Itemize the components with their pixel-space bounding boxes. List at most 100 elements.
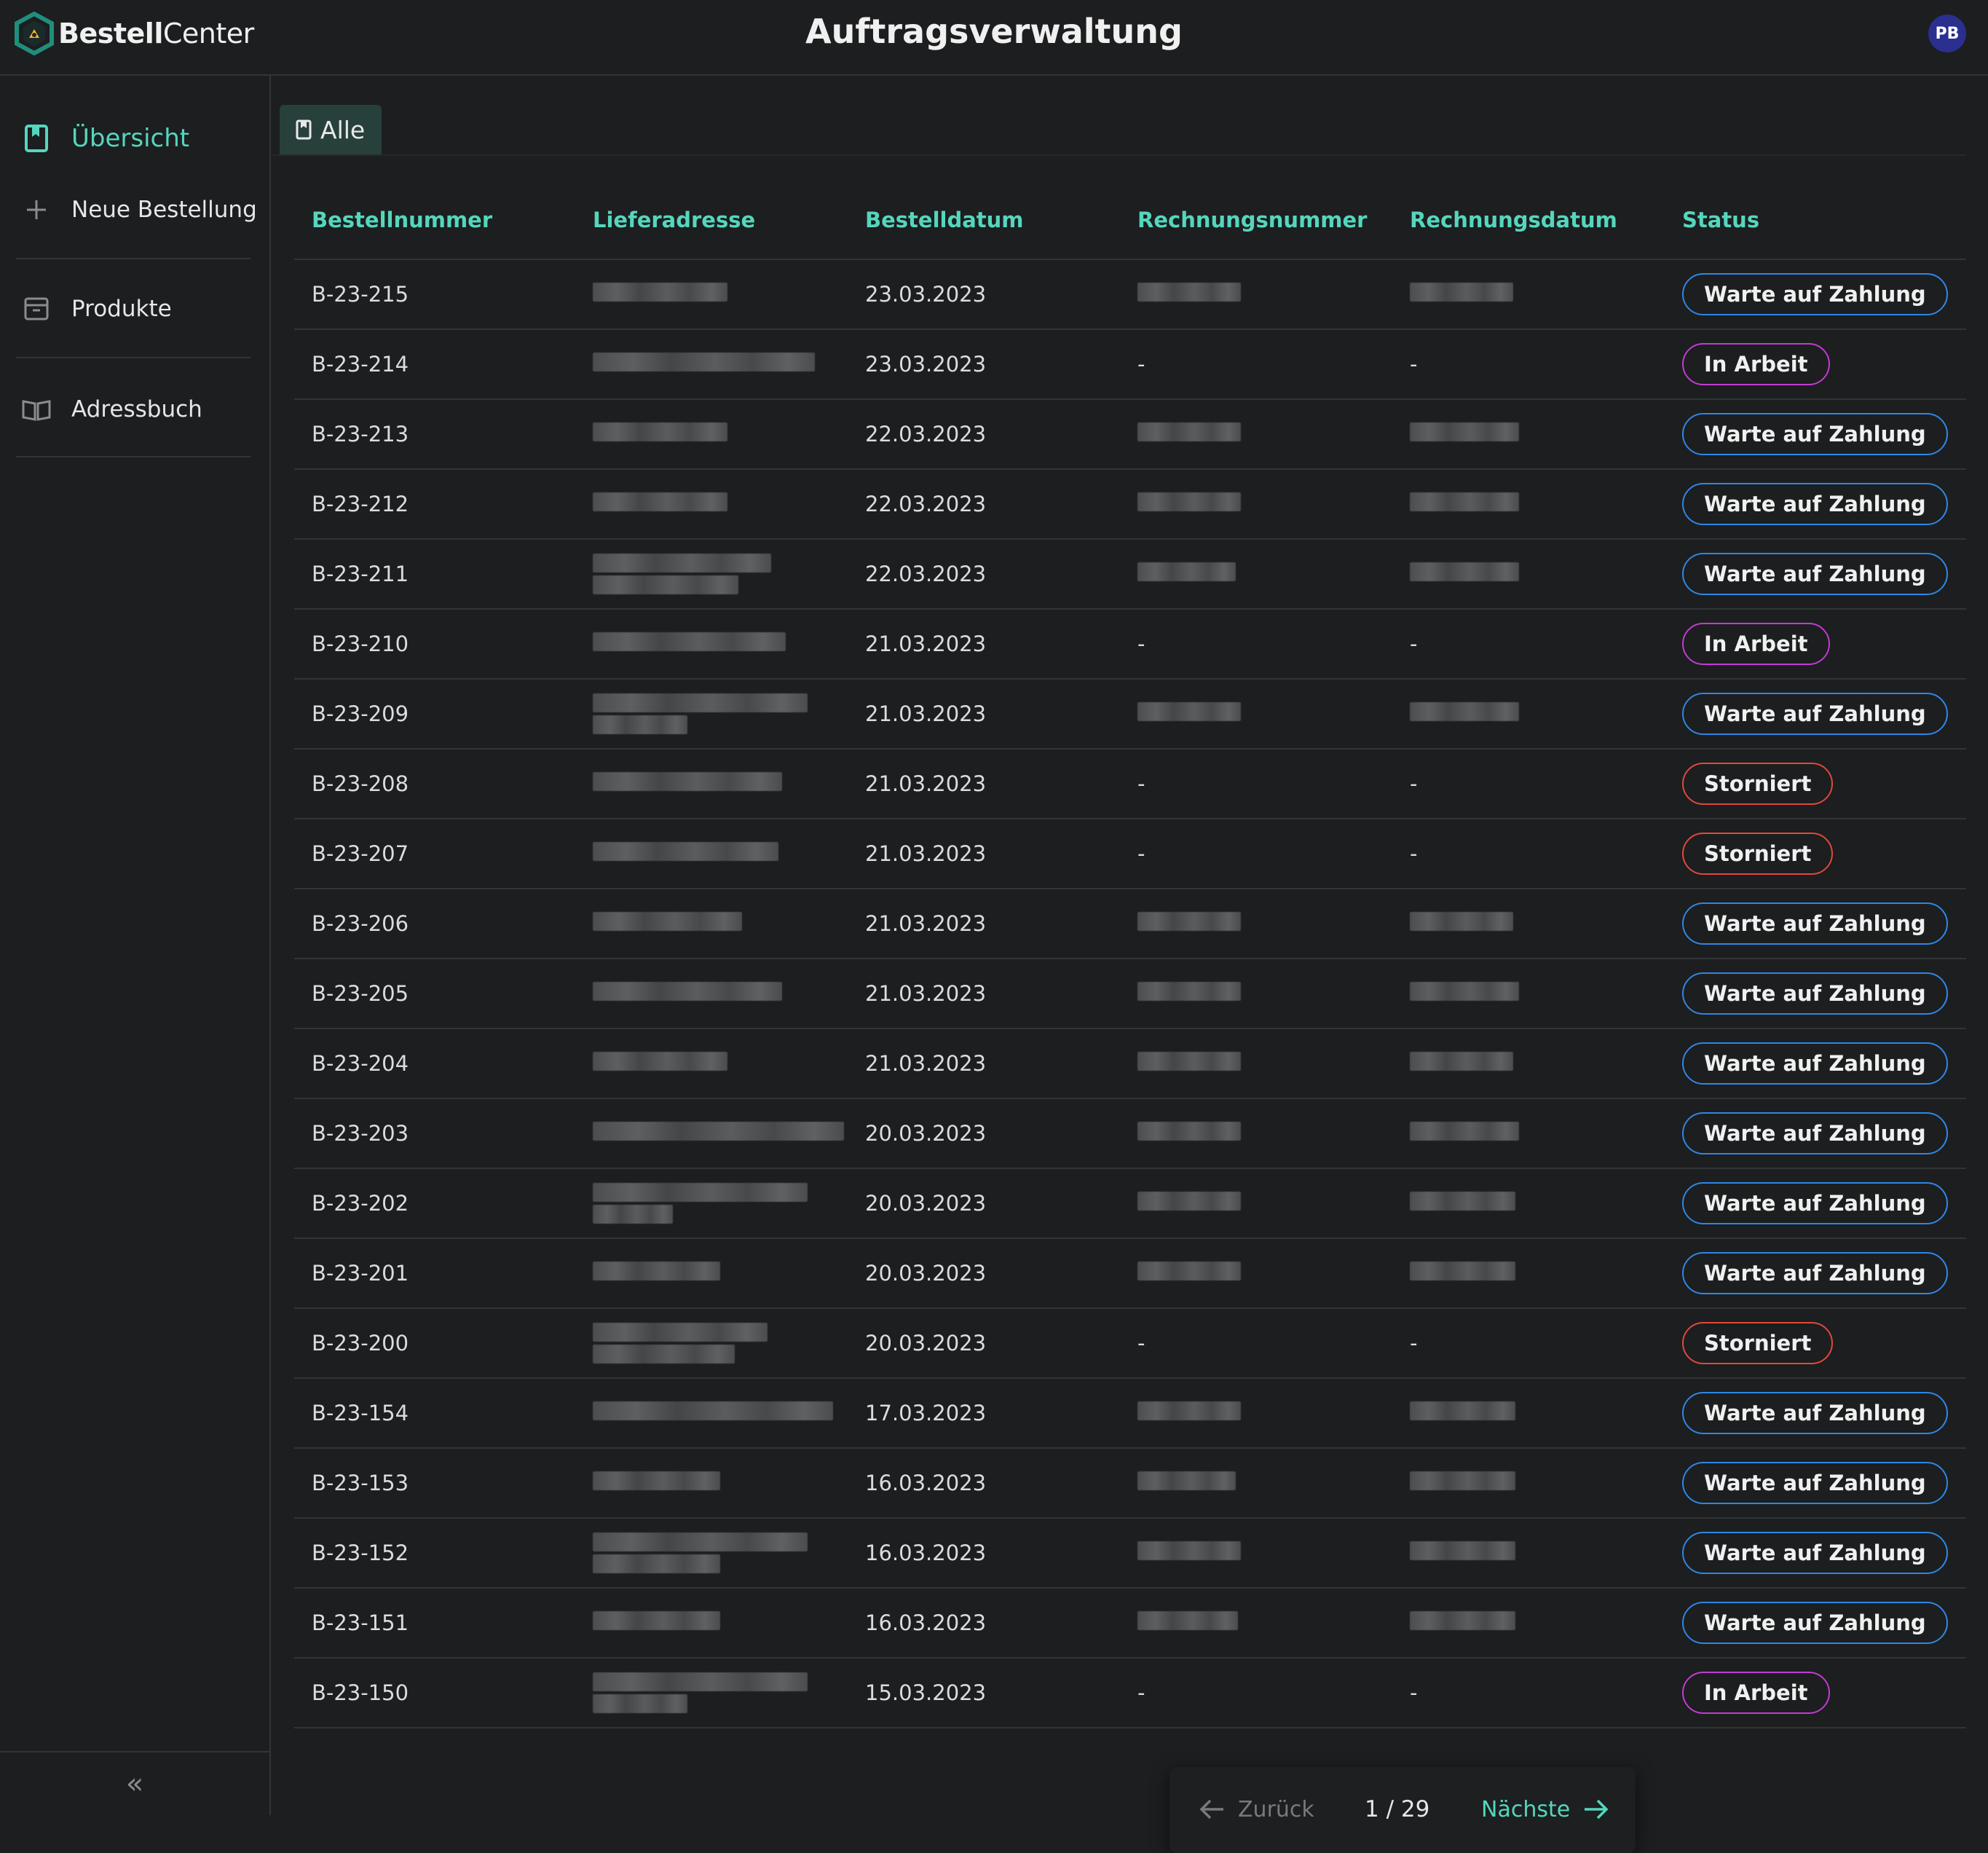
cell-text: - bbox=[1410, 1331, 1418, 1356]
user-avatar[interactable]: PB bbox=[1928, 15, 1966, 52]
cell-status: Warte auf Zahlung bbox=[1665, 1098, 1966, 1169]
column-header-status[interactable]: Status bbox=[1665, 181, 1966, 260]
cell-status: Warte auf Zahlung bbox=[1665, 1588, 1966, 1659]
status-badge: Storniert bbox=[1682, 763, 1834, 805]
tab-alle[interactable]: Alle bbox=[280, 105, 382, 154]
table-row[interactable]: B-23-214 23.03.2023 - - In Arbeit bbox=[294, 329, 1966, 400]
cell-bestelldatum: 20.03.2023 bbox=[848, 1098, 1120, 1169]
sidebar-item-uebersicht[interactable]: Übersicht bbox=[0, 109, 269, 168]
table-row[interactable]: B-23-209 21.03.2023 Warte auf Zahlung bbox=[294, 679, 1966, 750]
cell-bestelldatum: 21.03.2023 bbox=[848, 1028, 1120, 1099]
cell-rechnungsdatum: - bbox=[1392, 329, 1665, 400]
cell-rechnungsnummer: - bbox=[1120, 749, 1392, 819]
cell-bestellnummer: B-23-213 bbox=[294, 399, 575, 470]
cell-bestellnummer: B-23-209 bbox=[294, 679, 575, 750]
cell-rechnungsnummer: - bbox=[1120, 329, 1392, 400]
redacted-text bbox=[1137, 1611, 1238, 1630]
table-row[interactable]: B-23-152 16.03.2023 Warte auf Zahlung bbox=[294, 1518, 1966, 1589]
redacted-text bbox=[1410, 982, 1519, 1001]
next-page-label: Nächste bbox=[1481, 1796, 1571, 1822]
column-header-bestellnummer[interactable]: Bestellnummer bbox=[294, 181, 575, 260]
table-row[interactable]: B-23-208 21.03.2023 - - Storniert bbox=[294, 749, 1966, 819]
cell-text: - bbox=[1137, 771, 1145, 796]
cell-text: 23.03.2023 bbox=[865, 352, 987, 377]
tab-bar: Alle bbox=[272, 105, 1966, 156]
top-header: BestellCenter Auftragsverwaltung PB bbox=[0, 0, 1988, 76]
bookmark-icon bbox=[296, 119, 312, 140]
cell-text: B-23-206 bbox=[312, 911, 409, 936]
cell-rechnungsnummer: - bbox=[1120, 819, 1392, 889]
status-badge: Warte auf Zahlung bbox=[1682, 693, 1948, 735]
table-row[interactable]: B-23-207 21.03.2023 - - Storniert bbox=[294, 819, 1966, 889]
table-row[interactable]: B-23-150 15.03.2023 - - In Arbeit bbox=[294, 1658, 1966, 1728]
redacted-text bbox=[593, 554, 771, 573]
table-row[interactable]: B-23-205 21.03.2023 Warte auf Zahlung bbox=[294, 959, 1966, 1029]
table-row[interactable]: B-23-213 22.03.2023 Warte auf Zahlung bbox=[294, 399, 1966, 470]
table-row[interactable]: B-23-151 16.03.2023 Warte auf Zahlung bbox=[294, 1588, 1966, 1659]
table-row[interactable]: B-23-202 20.03.2023 Warte auf Zahlung bbox=[294, 1168, 1966, 1239]
table-row[interactable]: B-23-154 17.03.2023 Warte auf Zahlung bbox=[294, 1378, 1966, 1449]
status-badge: Warte auf Zahlung bbox=[1682, 1392, 1948, 1434]
cell-text: 22.03.2023 bbox=[865, 562, 987, 586]
status-badge: Warte auf Zahlung bbox=[1682, 483, 1948, 525]
table-row[interactable]: B-23-201 20.03.2023 Warte auf Zahlung bbox=[294, 1238, 1966, 1309]
column-header-bestelldatum[interactable]: Bestelldatum bbox=[848, 181, 1120, 260]
table-row[interactable]: B-23-204 21.03.2023 Warte auf Zahlung bbox=[294, 1028, 1966, 1099]
redacted-text bbox=[1410, 1262, 1515, 1280]
column-header-rechnungsdatum[interactable]: Rechnungsdatum bbox=[1392, 181, 1665, 260]
table-row[interactable]: B-23-206 21.03.2023 Warte auf Zahlung bbox=[294, 889, 1966, 959]
redacted-text bbox=[593, 693, 808, 712]
cell-text: 16.03.2023 bbox=[865, 1610, 987, 1635]
status-badge: In Arbeit bbox=[1682, 623, 1830, 665]
previous-page-button[interactable]: Zurück bbox=[1199, 1789, 1314, 1830]
redacted-text bbox=[1137, 1262, 1241, 1280]
table-row[interactable]: B-23-215 23.03.2023 Warte auf Zahlung bbox=[294, 259, 1966, 330]
cell-rechnungsdatum bbox=[1392, 1238, 1665, 1309]
status-badge: Warte auf Zahlung bbox=[1682, 1252, 1948, 1294]
cell-bestellnummer: B-23-204 bbox=[294, 1028, 575, 1099]
redacted-text bbox=[593, 1205, 673, 1224]
cell-text: 20.03.2023 bbox=[865, 1191, 987, 1216]
sidebar-item-label: Neue Bestellung bbox=[71, 197, 257, 223]
sidebar-item-produkte[interactable]: Produkte bbox=[0, 280, 269, 338]
cell-rechnungsnummer bbox=[1120, 1098, 1392, 1169]
tab-label: Alle bbox=[320, 115, 366, 144]
cell-lieferadresse bbox=[575, 1448, 848, 1519]
cell-rechnungsnummer: - bbox=[1120, 609, 1392, 680]
cell-text: B-23-212 bbox=[312, 492, 409, 516]
page-indicator: 1 / 29 bbox=[1365, 1796, 1430, 1822]
cell-bestellnummer: B-23-215 bbox=[294, 259, 575, 330]
cell-bestellnummer: B-23-208 bbox=[294, 749, 575, 819]
table-row[interactable]: B-23-212 22.03.2023 Warte auf Zahlung bbox=[294, 469, 1966, 540]
collapse-sidebar-button[interactable]: « bbox=[0, 1751, 269, 1815]
sidebar: Übersicht Neue Bestellung Produkte Adres… bbox=[0, 76, 271, 1815]
cell-rechnungsnummer: - bbox=[1120, 1658, 1392, 1728]
status-badge: Warte auf Zahlung bbox=[1682, 972, 1948, 1015]
cell-lieferadresse bbox=[575, 1658, 848, 1728]
cell-rechnungsdatum bbox=[1392, 1378, 1665, 1449]
table-row[interactable]: B-23-153 16.03.2023 Warte auf Zahlung bbox=[294, 1448, 1966, 1519]
cell-lieferadresse bbox=[575, 1028, 848, 1099]
cell-bestelldatum: 16.03.2023 bbox=[848, 1448, 1120, 1519]
cell-rechnungsnummer bbox=[1120, 1588, 1392, 1659]
cell-status: Storniert bbox=[1665, 749, 1966, 819]
cell-status: In Arbeit bbox=[1665, 329, 1966, 400]
cell-lieferadresse bbox=[575, 469, 848, 540]
cell-text: 15.03.2023 bbox=[865, 1680, 987, 1705]
next-page-button[interactable]: Nächste bbox=[1481, 1789, 1609, 1830]
table-row[interactable]: B-23-210 21.03.2023 - - In Arbeit bbox=[294, 609, 1966, 680]
sidebar-item-adressbuch[interactable]: Adressbuch bbox=[0, 380, 269, 438]
cell-bestelldatum: 21.03.2023 bbox=[848, 749, 1120, 819]
redacted-text bbox=[593, 632, 786, 651]
cell-bestellnummer: B-23-201 bbox=[294, 1238, 575, 1309]
table-row[interactable]: B-23-203 20.03.2023 Warte auf Zahlung bbox=[294, 1098, 1966, 1169]
column-header-rechnungsnummer[interactable]: Rechnungsnummer bbox=[1120, 181, 1392, 260]
cell-text: B-23-202 bbox=[312, 1191, 409, 1216]
column-header-lieferadresse[interactable]: Lieferadresse bbox=[575, 181, 848, 260]
cell-text: B-23-213 bbox=[312, 422, 409, 446]
sidebar-item-neue-bestellung[interactable]: Neue Bestellung bbox=[0, 181, 269, 239]
table-row[interactable]: B-23-200 20.03.2023 - - Storniert bbox=[294, 1308, 1966, 1379]
redacted-text bbox=[593, 1122, 844, 1141]
redacted-text bbox=[1137, 1122, 1241, 1141]
table-row[interactable]: B-23-211 22.03.2023 Warte auf Zahlung bbox=[294, 539, 1966, 610]
